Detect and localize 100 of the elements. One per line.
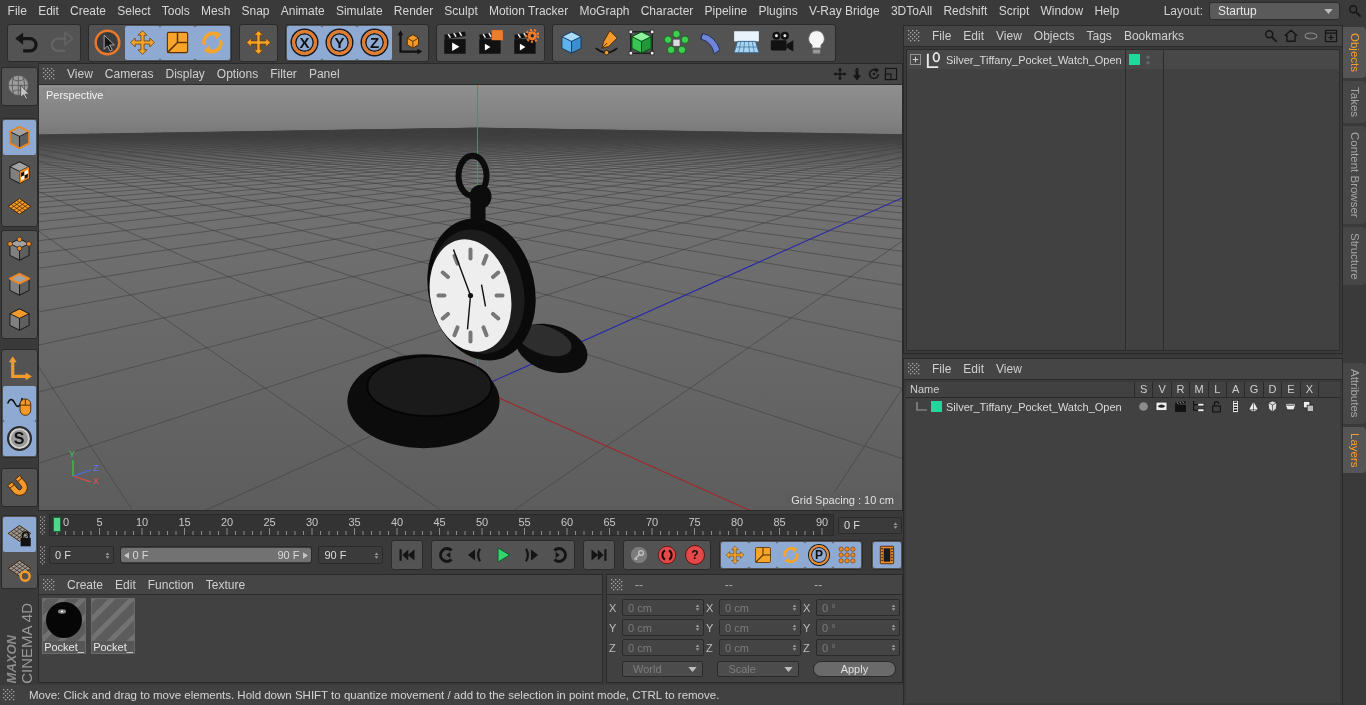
- side-tab[interactable]: Structure: [1343, 226, 1366, 286]
- menu-item[interactable]: Function: [141, 577, 200, 592]
- side-tab[interactable]: Takes: [1343, 81, 1366, 124]
- eye-monitor-icon[interactable]: [1155, 400, 1169, 413]
- end-frame-field[interactable]: 90 F: [318, 546, 383, 564]
- menu-item[interactable]: Tags: [1080, 29, 1118, 43]
- column-header[interactable]: D: [1262, 382, 1282, 397]
- menu-item[interactable]: Select: [111, 4, 157, 18]
- menu-item[interactable]: Plugins: [752, 4, 804, 18]
- timeline-ruler[interactable]: 0 5 10 15 20 25 30 35 40 45 50 55 60 65 70 75 80 85 90: [49, 514, 834, 536]
- layout-dropdown[interactable]: Startup: [1209, 2, 1340, 20]
- dot-icon[interactable]: [1136, 400, 1150, 413]
- grip-icon[interactable]: [43, 578, 55, 591]
- expand-icon[interactable]: [910, 54, 921, 65]
- column-header[interactable]: G: [1244, 382, 1263, 397]
- grip-icon[interactable]: [611, 578, 623, 591]
- column-header[interactable]: A: [1226, 382, 1245, 397]
- current-frame-field[interactable]: 0 F: [838, 516, 902, 534]
- grip-icon[interactable]: [43, 68, 55, 80]
- playhead-marker[interactable]: [53, 517, 61, 532]
- menu-item[interactable]: Script: [993, 4, 1035, 18]
- menu-item[interactable]: Display: [159, 67, 211, 81]
- left-arrow-icon[interactable]: [123, 551, 129, 559]
- column-header[interactable]: V: [1152, 382, 1171, 397]
- menu-item[interactable]: File: [926, 362, 958, 376]
- axis-lock-button[interactable]: Y: [322, 25, 357, 60]
- point-level-button[interactable]: [833, 542, 861, 568]
- menu-item[interactable]: Filter: [264, 67, 303, 81]
- menu-item[interactable]: Window: [1034, 4, 1089, 18]
- workplane-lock-button[interactable]: [2, 517, 36, 552]
- material-item[interactable]: Pocket_: [91, 598, 135, 654]
- menu-item[interactable]: Panel: [302, 67, 346, 81]
- bowl-icon[interactable]: [1283, 400, 1297, 413]
- column-header[interactable]: M: [1189, 382, 1208, 397]
- menu-item[interactable]: View: [61, 67, 99, 81]
- tweak-button[interactable]: [2, 386, 36, 421]
- menu-item[interactable]: Snap: [235, 4, 276, 18]
- grip-icon[interactable]: [40, 515, 45, 535]
- menu-item[interactable]: Simulate: [330, 4, 389, 18]
- column-header[interactable]: L: [1207, 382, 1227, 397]
- menu-item[interactable]: V-Ray Bridge: [803, 4, 886, 18]
- move-button[interactable]: [721, 542, 749, 568]
- menu-item[interactable]: Redshift: [937, 4, 994, 18]
- side-tab[interactable]: Attributes: [1343, 363, 1366, 424]
- axis-lock-button[interactable]: X: [287, 25, 322, 60]
- right-arrow-icon[interactable]: [303, 551, 309, 559]
- side-tab[interactable]: Layers: [1343, 426, 1366, 474]
- pyramid-icon[interactable]: [1247, 400, 1261, 413]
- hierarchy-icon[interactable]: [1191, 400, 1205, 413]
- menu-item[interactable]: Options: [210, 67, 265, 81]
- menu-item[interactable]: Character: [635, 4, 699, 18]
- rotate-button[interactable]: [195, 25, 230, 60]
- solo-button[interactable]: S: [2, 421, 36, 456]
- menu-item[interactable]: Create: [64, 4, 112, 18]
- grip-icon[interactable]: [908, 30, 920, 42]
- menu-item[interactable]: Sculpt: [438, 4, 484, 18]
- menu-item[interactable]: Animate: [275, 4, 331, 18]
- object-row[interactable]: Silver_Tiffany_Pocket_Watch_Open: [907, 50, 1339, 69]
- start-frame-field[interactable]: 0 F: [49, 546, 114, 564]
- material-item[interactable]: Pocket_: [42, 598, 86, 654]
- linked-squares-icon[interactable]: [1302, 400, 1316, 413]
- layer-color-swatch[interactable]: [1129, 54, 1140, 65]
- move-button[interactable]: [125, 25, 160, 60]
- menu-item[interactable]: Motion Tracker: [483, 4, 574, 18]
- menu-item[interactable]: Edit: [109, 577, 142, 592]
- grip-icon[interactable]: [40, 545, 45, 565]
- menu-item[interactable]: 3DToAll: [885, 4, 938, 18]
- shield-icon[interactable]: [1265, 400, 1279, 413]
- menu-item[interactable]: Edit: [32, 4, 65, 18]
- column-header[interactable]: S: [1134, 382, 1153, 397]
- menu-item[interactable]: Edit: [957, 362, 991, 376]
- side-tab[interactable]: Content Browser: [1343, 126, 1366, 224]
- menu-item[interactable]: Mesh: [195, 4, 236, 18]
- menu-item[interactable]: File: [926, 29, 958, 43]
- menu-item[interactable]: Cameras: [98, 67, 160, 81]
- range-bar[interactable]: 0 F 90 F: [120, 548, 312, 562]
- menu-item[interactable]: Bookmarks: [1117, 29, 1190, 43]
- column-header[interactable]: X: [1299, 382, 1318, 397]
- menu-item[interactable]: Edit: [957, 29, 991, 43]
- layer-color-swatch[interactable]: [931, 401, 942, 412]
- grip-icon[interactable]: [3, 689, 15, 701]
- menu-item[interactable]: Objects: [1027, 29, 1081, 43]
- grip-icon[interactable]: [908, 363, 920, 375]
- side-tab[interactable]: Objects: [1343, 27, 1366, 78]
- menu-item[interactable]: Render: [388, 4, 439, 18]
- menu-item[interactable]: Help: [1088, 4, 1125, 18]
- menu-item[interactable]: Texture: [199, 577, 252, 592]
- oval-icon[interactable]: [1304, 29, 1318, 43]
- menu-item[interactable]: File: [2, 4, 33, 18]
- column-header[interactable]: R: [1170, 382, 1190, 397]
- menu-item[interactable]: View: [990, 29, 1028, 43]
- menu-item[interactable]: Tools: [156, 4, 196, 18]
- column-header[interactable]: E: [1281, 382, 1300, 397]
- menu-item[interactable]: Create: [61, 577, 110, 592]
- column-header[interactable]: Name: [906, 382, 1135, 397]
- model-button[interactable]: [2, 120, 36, 155]
- axis-lock-button[interactable]: Z: [357, 25, 392, 60]
- parameter-button[interactable]: P: [805, 542, 833, 568]
- menu-item[interactable]: MoGraph: [573, 4, 636, 18]
- menu-item[interactable]: Pipeline: [698, 4, 753, 18]
